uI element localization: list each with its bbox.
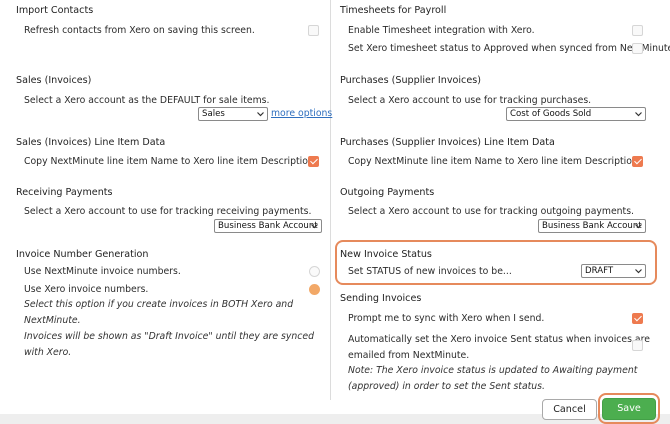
sales-line-items-title: Sales (Invoices) Line Item Data: [16, 137, 166, 148]
import-contacts-title: Import Contacts: [16, 5, 94, 16]
timesheet-approved-checkbox[interactable]: [632, 43, 643, 54]
purchases-desc: Select a Xero account to use for trackin…: [348, 95, 592, 106]
enable-timesheet-label: Enable Timesheet integration with Xero.: [348, 25, 535, 36]
use-xero-numbers-label: Use Xero invoice numbers.: [24, 284, 149, 295]
refresh-contacts-checkbox[interactable]: [308, 25, 319, 36]
invoice-number-note: Select this option if you create invoice…: [24, 299, 315, 358]
auto-sent-status-label: Automatically set the Xero invoice Sent …: [348, 334, 650, 361]
cancel-button[interactable]: Cancel: [542, 399, 597, 420]
save-button[interactable]: Save: [602, 398, 656, 420]
timesheet-approved-label: Set Xero timesheet status to Approved wh…: [348, 43, 670, 54]
chevron-down-icon: [635, 112, 642, 117]
invoice-status-select[interactable]: DRAFT: [581, 264, 646, 278]
receiving-payments-title: Receiving Payments: [16, 187, 113, 198]
sending-invoices-note: Note: The Xero invoice status is updated…: [348, 365, 638, 392]
use-nextminute-numbers-label: Use NextMinute invoice numbers.: [24, 266, 181, 277]
purchases-title: Purchases (Supplier Invoices): [340, 75, 481, 86]
outgoing-account-select[interactable]: Business Bank Account: [538, 219, 646, 233]
sales-invoices-desc: Select a Xero account as the DEFAULT for…: [24, 95, 270, 106]
chevron-down-icon: [257, 112, 264, 117]
prompt-sync-label: Prompt me to sync with Xero when I send.: [348, 313, 545, 324]
purchases-copy-name-label: Copy NextMinute line item Name to Xero l…: [348, 156, 641, 167]
sales-copy-name-checkbox[interactable]: [308, 156, 319, 167]
sales-copy-name-label: Copy NextMinute line item Name to Xero l…: [24, 156, 317, 167]
sales-account-select[interactable]: Sales: [198, 107, 268, 121]
purchases-copy-name-checkbox[interactable]: [632, 156, 643, 167]
more-options-link[interactable]: more options: [271, 108, 332, 119]
auto-sent-status-checkbox[interactable]: [632, 340, 643, 351]
purchases-line-items-title: Purchases (Supplier Invoices) Line Item …: [340, 137, 555, 148]
chevron-down-icon: [635, 224, 642, 229]
new-invoice-status-highlight: [335, 240, 657, 285]
refresh-contacts-label: Refresh contacts from Xero on saving thi…: [24, 25, 255, 36]
sending-invoices-title: Sending Invoices: [340, 293, 422, 304]
purchases-account-select[interactable]: Cost of Goods Sold: [506, 107, 646, 121]
new-invoice-status-desc: Set STATUS of new invoices to be...: [348, 266, 512, 277]
enable-timesheet-checkbox[interactable]: [632, 25, 643, 36]
receiving-payments-desc: Select a Xero account to use for trackin…: [24, 206, 312, 217]
use-nextminute-numbers-radio[interactable]: [309, 266, 320, 277]
new-invoice-status-title: New Invoice Status: [340, 249, 432, 260]
chevron-down-icon: [635, 269, 642, 274]
use-xero-numbers-radio[interactable]: [309, 284, 320, 295]
chevron-down-icon: [311, 224, 318, 229]
timesheets-title: Timesheets for Payroll: [340, 5, 447, 16]
sales-invoices-title: Sales (Invoices): [16, 75, 92, 86]
invoice-number-title: Invoice Number Generation: [16, 249, 149, 260]
outgoing-payments-title: Outgoing Payments: [340, 187, 435, 198]
outgoing-payments-desc: Select a Xero account to use for trackin…: [348, 206, 635, 217]
prompt-sync-checkbox[interactable]: [632, 313, 643, 324]
receiving-account-select[interactable]: Business Bank Account: [214, 219, 322, 233]
